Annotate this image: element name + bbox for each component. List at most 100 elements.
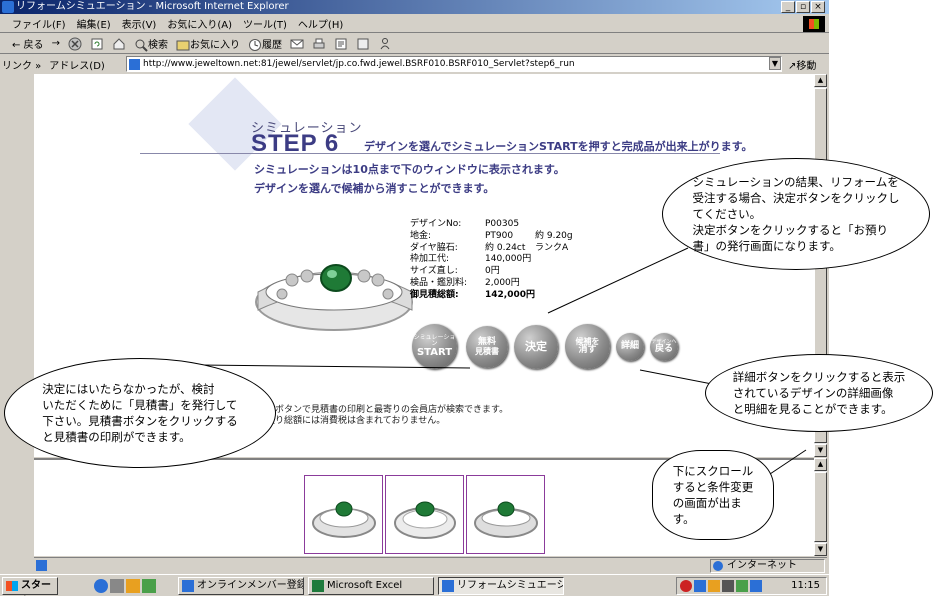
system-tray: 11:15 [676,577,827,595]
detail-button[interactable]: 詳細 [616,333,644,361]
security-zone: インターネット [710,559,825,573]
remove-button-line-2: 消す [578,344,597,355]
media-launch-icon[interactable] [126,579,140,593]
favorites-icon [176,40,190,50]
spec-key: ダイヤ脇石: [410,242,458,253]
callout-quote-text: 決定にはいたらなかったが、検討 いただくために「見積書」を発行して 下さい。見積… [42,382,238,444]
tray-icons [680,580,762,592]
search-button[interactable]: 検索 [134,36,168,52]
simulation-start-button[interactable]: シミュレーション START [412,324,457,369]
print-icon[interactable] [312,37,326,51]
refresh-icon[interactable] [90,37,104,51]
address-url: http://www.jeweltown.net:81/jewel/servle… [143,59,575,69]
candidate-thumbnail-2[interactable] [385,475,464,554]
quote-button-line-2: 見積書 [475,346,499,356]
favorites-button[interactable]: お気に入り [176,36,240,52]
lower-scrollbar-thumb[interactable] [814,472,827,542]
callout-decide: シミュレーションの結果、リフォームを 受注する場合、決定ボタンをクリックし てく… [662,158,930,270]
candidate-thumbnail-3[interactable] [466,475,545,554]
scroll-down-button[interactable]: ▼ [814,444,827,457]
task-excel[interactable]: Microsoft Excel [308,577,434,595]
edit-icon[interactable] [334,37,348,51]
intro-text: シミュレーションは10点まで下のウィンドウに表示されます。 デザインを選んで候補… [254,160,565,198]
ring-thumbnail-3 [473,501,538,538]
address-dropdown-button[interactable]: ▼ [769,57,781,70]
menu-favorites[interactable]: お気に入り(A) [167,16,232,31]
messenger-icon[interactable] [378,37,392,51]
tray-icon[interactable] [694,580,706,592]
callout-scroll: 下にスクロール すると条件変更 の画面が出ま す。 [652,450,774,540]
callout-quote: 決定にはいたらなかったが、検討 いただくために「見積書」を発行して 下さい。見積… [4,358,276,468]
spec-table: デザインNo: P00305 地金: PT900 約 9.20g ダイヤ脇石: 約 0.… [410,219,573,302]
close-button[interactable]: × [811,1,825,13]
remove-candidate-button[interactable]: 候補を 消す [565,324,610,369]
spec-value: 140,000円 [485,254,532,265]
search-label: 検索 [147,39,168,51]
menu-edit[interactable]: 編集(E) [77,16,111,31]
task-member-registration[interactable]: オンラインメンバー登録 [178,577,304,595]
page-status-icon [36,560,47,571]
address-input[interactable]: http://www.jeweltown.net:81/jewel/servle… [126,56,782,72]
tray-icon[interactable] [750,580,762,592]
menu-view[interactable]: 表示(V) [122,16,157,31]
links-label[interactable]: リンク » [2,57,41,72]
menu-tools[interactable]: ツール(T) [243,16,287,31]
divider [140,153,720,154]
tray-icon[interactable] [708,580,720,592]
lower-scroll-up-button[interactable]: ▲ [814,458,827,471]
callout-detail: 詳細ボタンをクリックすると表示 されているデザインの詳細画像 と明細を見ることが… [705,354,933,432]
start-button-sub: シミュレーション [413,333,456,348]
spec-extra: ランクA [535,242,569,253]
toolbar: ← 戻る → 検索 お気に入り 履歴 [0,34,829,54]
decide-button[interactable]: 決定 [514,325,558,369]
tray-icon[interactable] [722,580,734,592]
free-quote-button[interactable]: 無料 見積書 [466,326,508,368]
quick-launch [94,579,156,593]
ring-thumbnail-1 [311,501,376,538]
menu-bar: ファイル(F) 編集(E) 表示(V) お気に入り(A) ツール(T) ヘルプ(… [0,15,829,33]
candidate-thumbnail-1[interactable] [304,475,383,554]
task-reform-simulation[interactable]: リフォームシミュエーション... [438,577,564,595]
spec-key: 枠加工代: [410,254,450,265]
callout-scroll-text: 下にスクロール すると条件変更 の画面が出ま す。 [672,464,754,526]
total-value: 142,000円 [485,289,535,300]
start-button[interactable]: スタート [2,577,58,595]
ie-launch-icon[interactable] [94,579,108,593]
tray-icon[interactable] [680,580,692,592]
mail-icon[interactable] [290,37,304,51]
menu-help[interactable]: ヘルプ(H) [298,16,343,31]
forward-button[interactable]: → [52,38,60,49]
window-title: リフォームシミュエーション - Microsoft Internet Explo… [16,1,289,12]
spec-extra: 約 9.20g [535,230,573,241]
notes: 見積書ボタンで見積書の印刷と最寄りの会員店が検索できます。 お見積り総額には消費… [248,405,508,427]
page-icon [129,59,140,70]
excel-icon [312,580,324,592]
spec-value: 約 0.24ct [485,242,526,253]
history-button[interactable]: 履歴 [248,36,282,52]
go-label: 移動 [796,61,817,72]
minimize-button[interactable]: _ [781,1,795,13]
history-label: 履歴 [261,39,282,51]
spec-key: デザインNo: [410,219,462,229]
scroll-up-button[interactable]: ▲ [814,74,827,87]
lower-scroll-down-button[interactable]: ▼ [814,543,827,556]
spec-value: P00305 [485,219,520,229]
back-button[interactable]: ← 戻る [12,36,44,51]
globe-icon [713,561,723,571]
app-launch-icon[interactable] [142,579,156,593]
back-to-design-button[interactable]: デザインへ 戻る [650,333,678,361]
lower-vertical-scrollbar[interactable]: ▲ ▼ [814,458,827,556]
tray-icon[interactable] [736,580,748,592]
ie-task-icon [182,580,194,592]
desktop-launch-icon[interactable] [110,579,124,593]
home-icon[interactable] [112,37,126,51]
search-icon [135,39,148,52]
start-button-label: START [416,346,453,358]
total-key: 御見積総額: [410,289,459,300]
go-button[interactable]: ↗移動 [788,57,816,72]
spec-key: 検品・鑑別料: [410,277,468,288]
discuss-icon[interactable] [356,37,370,51]
menu-file[interactable]: ファイル(F) [12,16,66,31]
maximize-button[interactable]: ▫ [796,1,810,13]
stop-icon[interactable] [68,37,82,51]
